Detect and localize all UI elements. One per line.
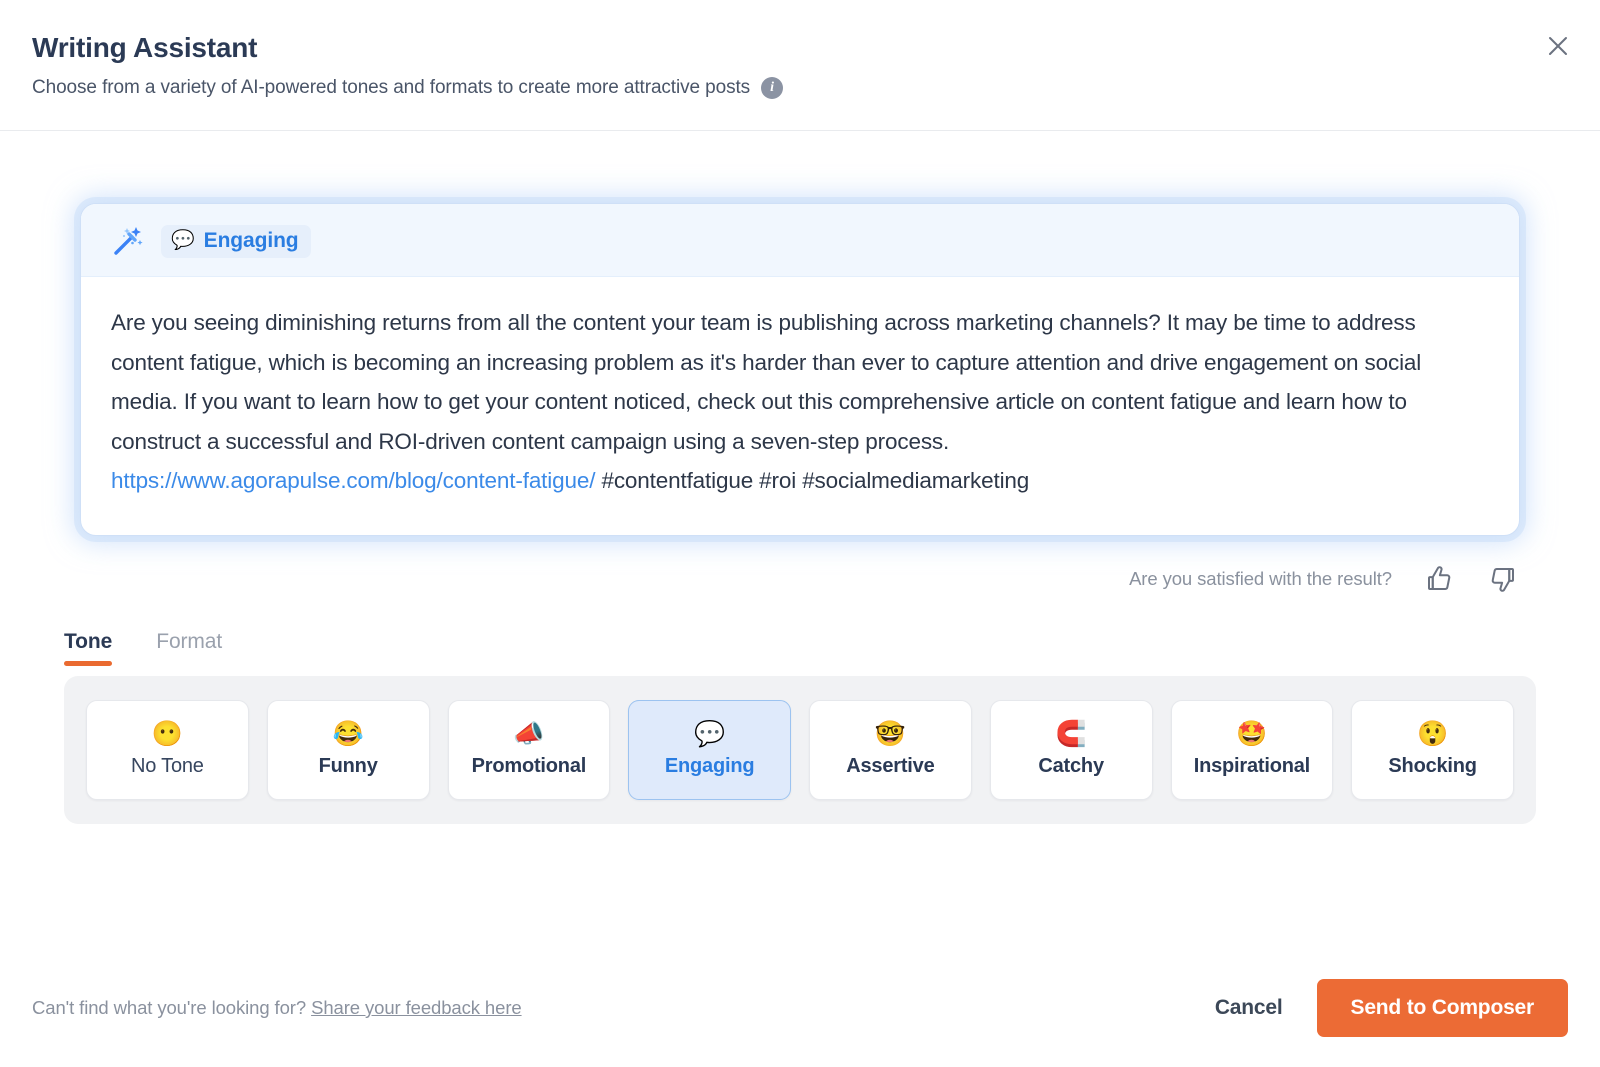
tone-card-label: Shocking [1388,754,1477,777]
star-struck-icon: 🤩 [1236,719,1268,748]
result-wrapper: 💬 Engaging Are you seeing diminishing re… [32,131,1568,536]
result-tone-badge: 💬 Engaging [161,224,311,258]
modal-header: Writing Assistant Choose from a variety … [0,0,1600,131]
subtitle-row: Choose from a variety of AI-powered tone… [32,77,1568,99]
tone-card-label: Catchy [1038,754,1104,777]
thumbs-down-icon[interactable] [1486,562,1520,596]
astonished-face-icon: 😲 [1417,719,1449,748]
page-title: Writing Assistant [32,32,258,63]
thumbs-up-icon[interactable] [1422,562,1456,596]
result-hashtags: #contentfatigue #roi #socialmediamarketi… [601,468,1030,494]
result-card-header: 💬 Engaging [81,204,1519,277]
tone-options-strip: 😶 No Tone 😂 Funny 📣 Promotional 💬 Engagi… [64,675,1536,824]
tone-card-label: Assertive [846,754,935,777]
tab-bar: Tone Format [32,596,1568,672]
feedback-label: Are you satisfied with the result? [1129,567,1392,589]
result-card: 💬 Engaging Are you seeing diminishing re… [80,203,1520,536]
tone-card-no-tone[interactable]: 😶 No Tone [86,699,249,800]
tab-tone[interactable]: Tone [64,630,113,672]
send-to-composer-button[interactable]: Send to Composer [1316,979,1568,1037]
modal-footer: Can't find what you're looking for? Shar… [0,953,1600,1067]
feedback-prompt: Can't find what you're looking for? Shar… [32,997,522,1019]
tone-card-assertive[interactable]: 🤓 Assertive [809,699,972,800]
tab-format[interactable]: Format [156,630,222,672]
magnet-icon: 🧲 [1055,719,1087,748]
speech-balloon-icon: 💬 [171,230,195,251]
tone-card-funny[interactable]: 😂 Funny [266,699,430,800]
megaphone-icon: 📣 [513,719,545,748]
result-link[interactable]: https://www.agorapulse.com/blog/content-… [111,468,595,493]
feedback-row: Are you satisfied with the result? [32,536,1568,596]
result-text-block: Are you seeing diminishing returns from … [81,277,1519,535]
joy-face-icon: 😂 [332,719,364,748]
modal-body: 💬 Engaging Are you seeing diminishing re… [0,131,1600,953]
page-subtitle: Choose from a variety of AI-powered tone… [32,77,751,98]
close-icon[interactable] [1541,29,1575,63]
tone-card-inspirational[interactable]: 🤩 Inspirational [1170,699,1334,800]
share-feedback-link[interactable]: Share your feedback here [311,997,522,1018]
cancel-button[interactable]: Cancel [1215,996,1283,1020]
tone-card-label: Engaging [664,754,755,777]
tone-card-label: No Tone [131,754,204,777]
info-icon[interactable]: i [761,77,784,99]
tone-card-shocking[interactable]: 😲 Shocking [1351,699,1514,800]
tone-card-catchy[interactable]: 🧲 Catchy [989,699,1153,800]
nerd-face-icon: 🤓 [874,719,906,748]
result-body-text: Are you seeing diminishing returns from … [111,310,1422,454]
footer-actions: Cancel Send to Composer [1215,979,1568,1037]
tone-card-label: Inspirational [1193,754,1311,777]
result-tone-label: Engaging [203,228,299,252]
tone-card-label: Funny [318,754,378,777]
magic-wand-icon [111,224,145,258]
feedback-prompt-text: Can't find what you're looking for? [32,997,307,1018]
writing-assistant-modal: Writing Assistant Choose from a variety … [0,0,1600,1067]
tone-card-engaging[interactable]: 💬 Engaging [628,699,791,800]
neutral-face-icon: 😶 [151,719,183,748]
tone-card-label: Promotional [471,754,587,777]
speech-balloon-icon: 💬 [694,719,726,748]
tone-card-promotional[interactable]: 📣 Promotional [447,699,611,800]
